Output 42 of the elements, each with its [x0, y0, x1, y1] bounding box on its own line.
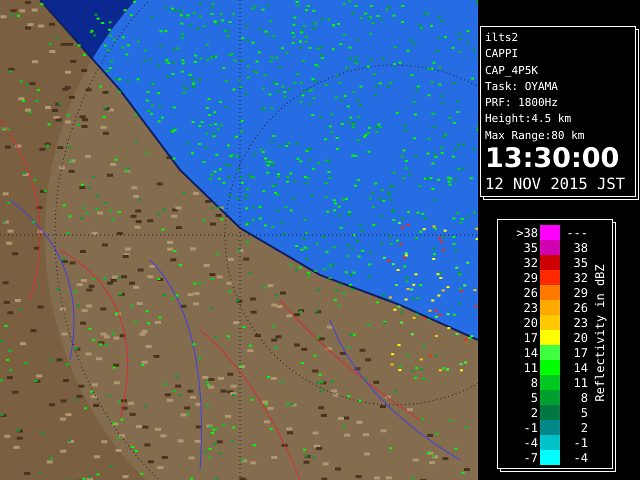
legend-high-value: 23	[572, 316, 588, 330]
legend-low-value: 8	[530, 376, 539, 390]
legend-high-value: -1	[572, 436, 588, 450]
legend-low-value: 32	[522, 256, 539, 270]
legend-high-value: 38	[572, 240, 588, 255]
legend-title: Reflectivity in dBZ	[593, 264, 607, 402]
legend-high-value: 35	[572, 256, 588, 270]
legend-low-value: 26	[522, 286, 539, 300]
info-line: CAP_4P5K	[485, 62, 539, 79]
time-display: 13:30:00	[485, 144, 620, 174]
legend-high-value: 17	[572, 346, 588, 360]
legend-high-value: -4	[572, 450, 588, 465]
info-line: ilts2	[485, 30, 520, 46]
legend-high-value: 5	[580, 406, 588, 420]
info-line: CAPPI	[485, 46, 520, 62]
legend-high-value: 8	[580, 390, 588, 405]
legend-high-value: 2	[580, 420, 588, 435]
legend-low-value: 29	[522, 270, 539, 285]
legend-high-value: 11	[572, 376, 588, 390]
legend-high-value: 20	[572, 330, 588, 345]
info-line: Task: OYAMA	[485, 78, 559, 95]
legend-low-value: 23	[522, 300, 539, 315]
info-line: Max Range:80 km	[485, 128, 586, 144]
legend-low-value: 17	[522, 330, 539, 345]
legend-low-value: -7	[522, 450, 539, 465]
legend-low-value: -1	[522, 420, 539, 435]
legend-high-value: 29	[572, 286, 588, 300]
date-display: 12 NOV 2015 JST	[485, 174, 626, 194]
legend-low-value: 2	[530, 406, 539, 420]
legend-high-value: 26	[572, 300, 588, 315]
info-line: PRF: 1800Hz	[485, 95, 559, 112]
legend-high-value: 14	[572, 360, 588, 375]
legend-low-value: 5	[530, 390, 539, 405]
legend-low-value: 14	[522, 346, 539, 360]
legend-low-value: 35	[522, 240, 539, 255]
legend-low-value: -4	[522, 436, 539, 450]
legend-low-value: >38	[515, 226, 539, 240]
legend-low-value: 11	[522, 360, 539, 375]
legend-high-value: ---	[565, 226, 588, 240]
legend-low-value: 20	[522, 316, 539, 330]
legend-high-value: 32	[572, 270, 588, 285]
info-line: Height:4.5 km	[485, 111, 572, 128]
